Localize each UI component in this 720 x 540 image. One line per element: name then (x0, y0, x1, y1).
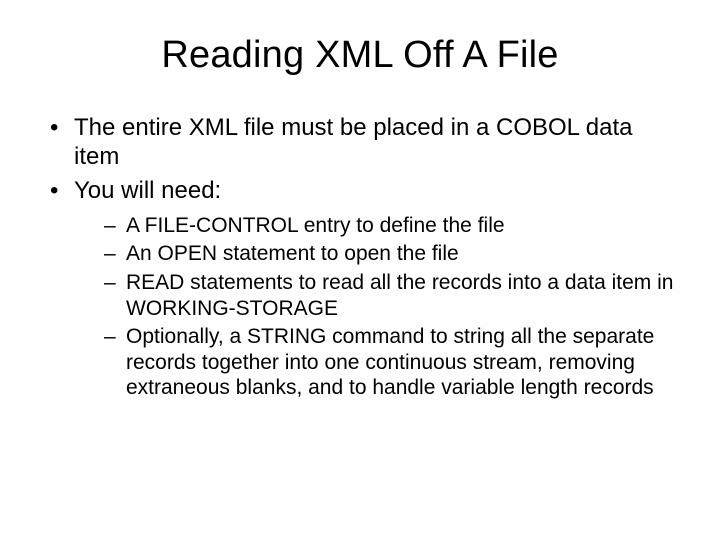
bullet-text: You will need: (74, 177, 221, 204)
slide-title: Reading XML Off A File (38, 34, 682, 77)
bullet-text: A FILE-CONTROL entry to define the file (126, 214, 505, 237)
bullet-text: An OPEN statement to open the file (126, 242, 459, 265)
list-item: The entire XML file must be placed in a … (50, 113, 682, 172)
bullet-list-level2: A FILE-CONTROL entry to define the file … (74, 213, 682, 401)
list-item: You will need: A FILE-CONTROL entry to d… (50, 176, 682, 402)
list-item: Optionally, a STRING command to string a… (104, 324, 682, 401)
list-item: READ statements to read all the records … (104, 270, 682, 321)
bullet-text: READ statements to read all the records … (126, 271, 673, 320)
bullet-list-level1: The entire XML file must be placed in a … (38, 113, 682, 401)
list-item: An OPEN statement to open the file (104, 241, 682, 267)
slide: Reading XML Off A File The entire XML fi… (0, 0, 720, 540)
list-item: A FILE-CONTROL entry to define the file (104, 213, 682, 239)
bullet-text: The entire XML file must be placed in a … (74, 114, 633, 170)
bullet-text: Optionally, a STRING command to string a… (126, 325, 654, 399)
